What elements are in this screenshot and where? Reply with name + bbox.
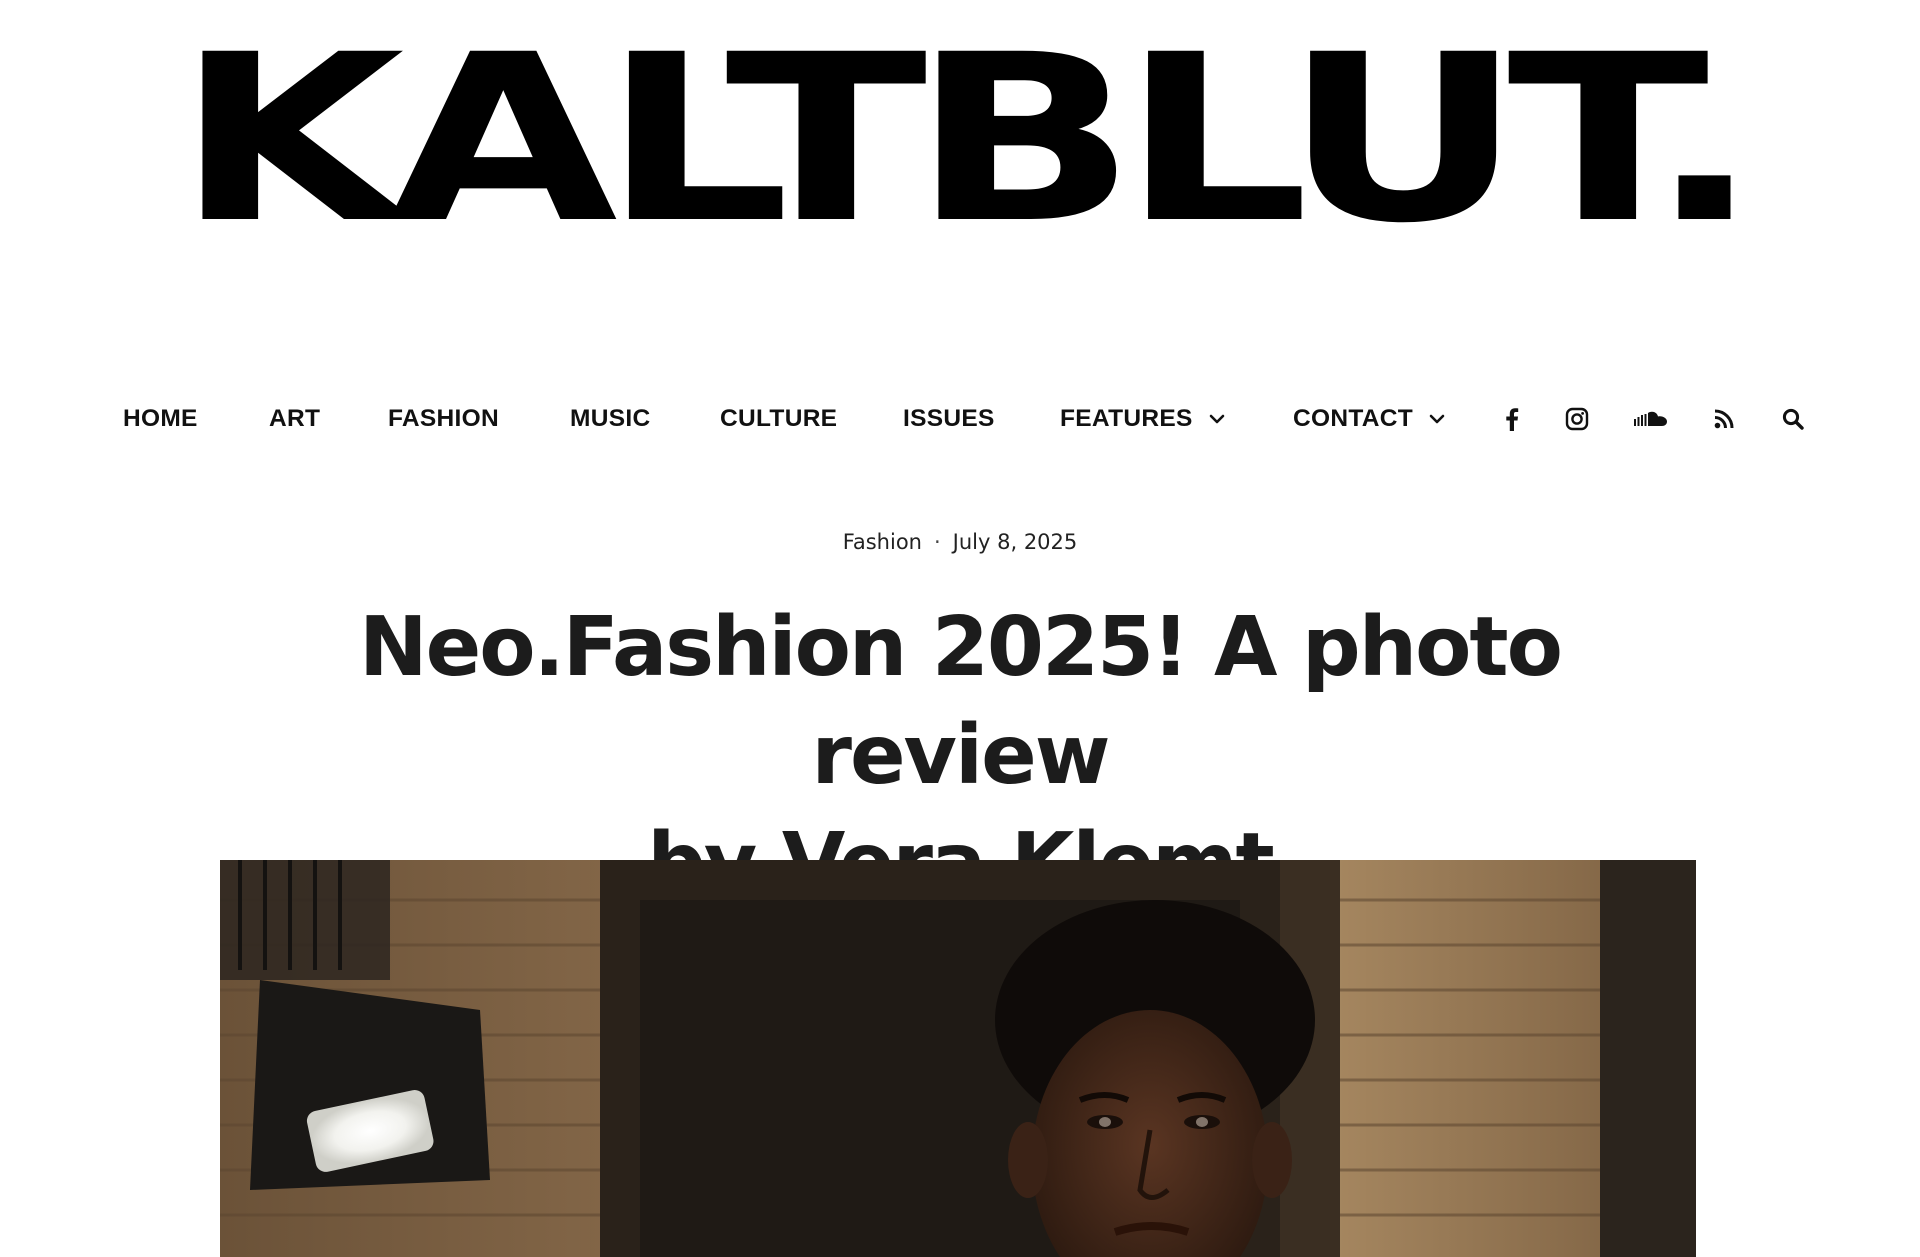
meta-separator: · (933, 530, 941, 554)
site-logo[interactable]: KALTBLUT. (175, 24, 1760, 255)
nav-item-contact[interactable]: CONTACT (1293, 398, 1447, 440)
article-date: July 8, 2025 (952, 530, 1078, 554)
chevron-down-icon (1209, 414, 1224, 424)
nav-item-fashion[interactable]: FASHION (388, 398, 499, 440)
main-navigation: HOME ART FASHION MUSIC CULTURE ISSUES FE… (0, 398, 1920, 440)
instagram-icon[interactable] (1559, 398, 1595, 440)
rss-icon[interactable] (1706, 398, 1742, 440)
soundcloud-icon[interactable] (1633, 398, 1669, 440)
nav-item-features[interactable]: FEATURES (1060, 398, 1227, 440)
facebook-icon[interactable] (1494, 398, 1530, 440)
article-title-line-1: Neo.Fashion 2025! A photo review (359, 600, 1563, 803)
nav-item-features-label: FEATURES (1060, 405, 1193, 432)
category-link[interactable]: Fashion (843, 530, 922, 554)
chevron-down-icon (1429, 414, 1445, 424)
article-meta: Fashion · July 8, 2025 (0, 530, 1920, 554)
logo-container: KALTBLUT. (0, 0, 1920, 330)
search-icon[interactable] (1775, 398, 1811, 440)
nav-item-contact-label: CONTACT (1293, 405, 1414, 432)
nav-item-issues[interactable]: ISSUES (903, 398, 995, 440)
nav-item-culture[interactable]: CULTURE (720, 398, 837, 440)
nav-item-music[interactable]: MUSIC (570, 398, 650, 440)
nav-item-art[interactable]: ART (269, 398, 320, 440)
nav-item-home[interactable]: HOME (123, 398, 198, 440)
hero-image (220, 860, 1696, 1257)
